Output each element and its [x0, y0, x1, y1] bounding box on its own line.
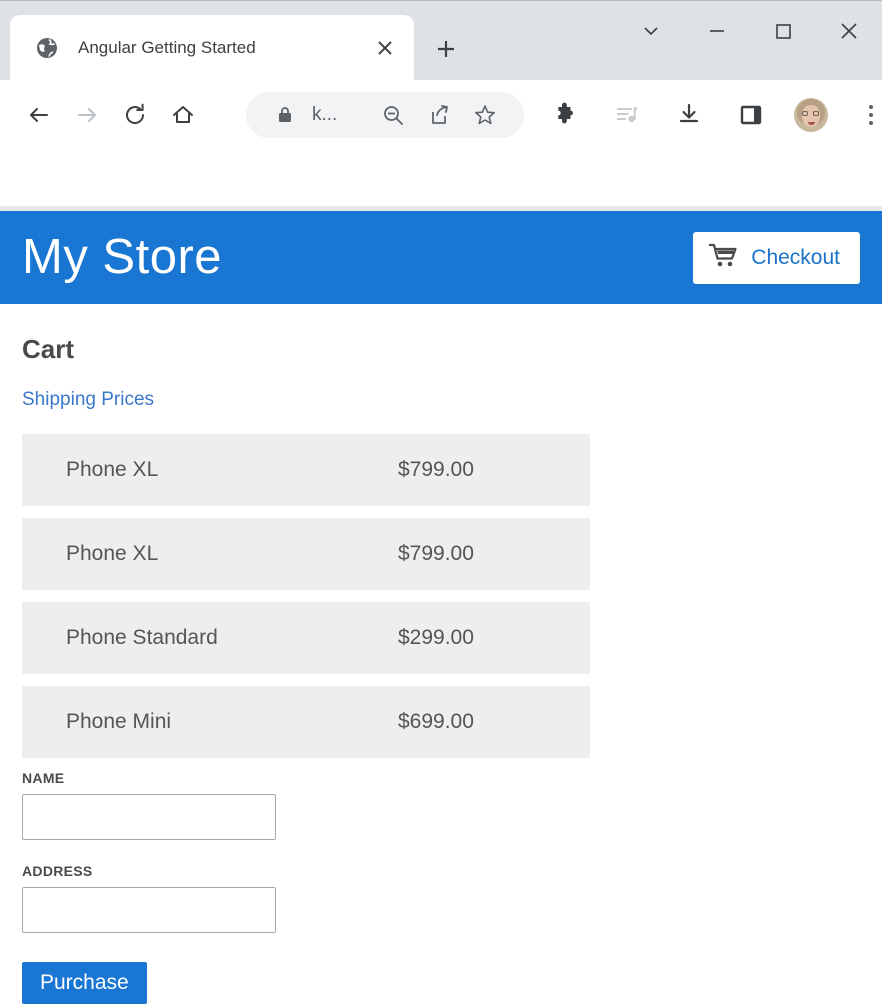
- url-text[interactable]: k...: [308, 104, 370, 126]
- browser-window: Angular Getting Started k... My Store Ch…: [0, 0, 882, 1007]
- viewport-top-gap: [0, 150, 882, 206]
- cart-item-price: $799.00: [398, 458, 474, 481]
- home-icon[interactable]: [162, 94, 204, 136]
- profile-avatar[interactable]: [794, 98, 828, 132]
- avatar-glasses-right: [813, 111, 819, 116]
- table-row[interactable]: Phone Standard $299.00: [22, 602, 590, 674]
- checkout-form: NAME ADDRESS Purchase: [22, 770, 860, 1004]
- media-playlist-icon[interactable]: [606, 94, 648, 136]
- store-header: My Store Checkout: [0, 211, 882, 304]
- menu-dots: [869, 105, 873, 125]
- browser-tab-active[interactable]: Angular Getting Started: [10, 15, 414, 81]
- store-title: My Store: [22, 230, 223, 284]
- cart-item-name: Phone XL: [66, 542, 159, 565]
- back-arrow-icon[interactable]: [18, 94, 60, 136]
- cart-item-name: Phone XL: [66, 458, 159, 481]
- address-bar[interactable]: k...: [246, 92, 524, 138]
- table-row[interactable]: Phone Mini $699.00: [22, 686, 590, 758]
- side-panel-icon[interactable]: [730, 94, 772, 136]
- three-dot-menu-icon[interactable]: [850, 94, 882, 136]
- tab-strip: Angular Getting Started: [0, 0, 882, 81]
- cart-item-name: Phone Standard: [66, 626, 218, 649]
- cart-item-price: $799.00: [398, 542, 474, 565]
- browser-toolbar: k...: [0, 80, 882, 150]
- checkout-label: Checkout: [751, 245, 840, 269]
- share-icon[interactable]: [416, 95, 462, 135]
- address-field-label: ADDRESS: [22, 863, 93, 879]
- purchase-button[interactable]: Purchase: [22, 962, 147, 1004]
- avatar-glasses-left: [802, 111, 808, 116]
- shipping-prices-link[interactable]: Shipping Prices: [22, 389, 154, 411]
- cart-item-price: $299.00: [398, 626, 474, 649]
- close-tab-icon[interactable]: [370, 33, 400, 63]
- window-controls: [618, 3, 882, 59]
- puzzle-icon[interactable]: [544, 94, 586, 136]
- minimize-button[interactable]: [684, 3, 750, 59]
- forward-arrow-icon: [66, 94, 108, 136]
- cart-items-list: Phone XL $799.00 Phone XL $799.00 Phone …: [22, 434, 860, 758]
- close-window-button[interactable]: [816, 3, 882, 59]
- name-field-label: NAME: [22, 770, 65, 786]
- globe-icon: [34, 35, 60, 61]
- reload-icon[interactable]: [114, 94, 156, 136]
- table-row[interactable]: Phone XL $799.00: [22, 518, 590, 590]
- page-title: Cart: [22, 334, 75, 364]
- lock-icon[interactable]: [262, 95, 308, 135]
- page-content: Cart Shipping Prices Phone XL $799.00 Ph…: [0, 304, 882, 1004]
- toolbar-right-group: [534, 94, 882, 136]
- shopping-cart-icon: [709, 243, 739, 272]
- tab-search-chevron-icon[interactable]: [618, 3, 684, 59]
- table-row[interactable]: Phone XL $799.00: [22, 434, 590, 506]
- maximize-button[interactable]: [750, 3, 816, 59]
- zoom-out-icon[interactable]: [370, 95, 416, 135]
- checkout-button[interactable]: Checkout: [693, 231, 860, 284]
- cart-item-name: Phone Mini: [66, 710, 172, 733]
- address-field[interactable]: [22, 887, 276, 933]
- download-icon[interactable]: [668, 94, 710, 136]
- name-field[interactable]: [22, 794, 276, 840]
- star-icon[interactable]: [462, 95, 508, 135]
- tab-title: Angular Getting Started: [78, 38, 256, 57]
- new-tab-button[interactable]: [426, 29, 466, 69]
- cart-item-price: $699.00: [398, 710, 474, 733]
